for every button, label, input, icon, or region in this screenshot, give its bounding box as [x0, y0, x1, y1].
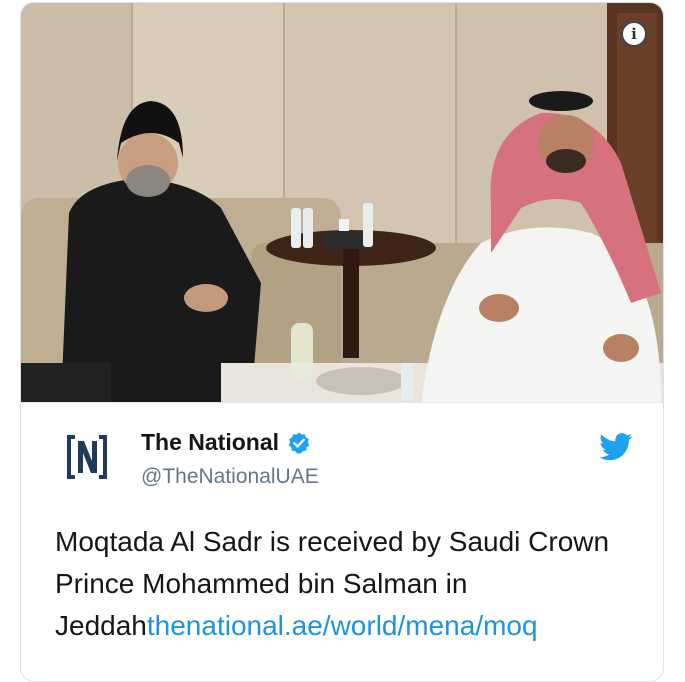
- tweet-photo[interactable]: i: [21, 3, 663, 402]
- the-national-logo-icon[interactable]: [65, 431, 109, 483]
- display-name[interactable]: The National: [141, 429, 279, 456]
- info-icon-label: i: [631, 24, 637, 43]
- tweet-card[interactable]: i The National @TheNationalUAE Moqtada A…: [20, 2, 664, 682]
- tweet-link[interactable]: thenational.ae/world/mena/moq: [147, 610, 538, 641]
- verified-badge-icon: [288, 432, 310, 454]
- photo-illustration: [21, 3, 663, 402]
- handle[interactable]: @TheNationalUAE: [141, 465, 319, 489]
- twitter-bird-icon[interactable]: [599, 433, 633, 461]
- info-icon[interactable]: i: [621, 21, 647, 47]
- tweet-text: Moqtada Al Sadr is received by Saudi Cro…: [55, 521, 655, 647]
- tweet-body: The National @TheNationalUAE Moqtada Al …: [21, 402, 663, 681]
